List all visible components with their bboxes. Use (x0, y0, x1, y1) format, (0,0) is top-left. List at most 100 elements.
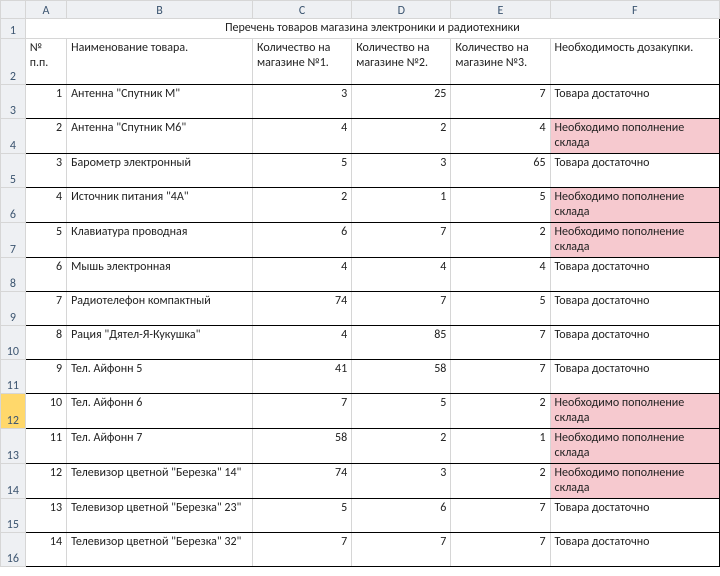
cell-q2[interactable]: 5 (352, 394, 451, 429)
cell-q1[interactable]: 58 (253, 429, 352, 464)
cell-q2[interactable]: 1 (352, 188, 451, 223)
cell-q2[interactable]: 7 (352, 292, 451, 326)
row-header-8[interactable]: 8 (1, 258, 26, 292)
cell-name[interactable]: Рация "Дятел-Я-Кукушка" (67, 326, 253, 360)
cell-q1[interactable]: 3 (253, 85, 352, 119)
cell-q2[interactable]: 7 (352, 533, 451, 567)
cell-q2[interactable]: 3 (352, 464, 451, 499)
cell-q3[interactable]: 7 (451, 326, 550, 360)
row-header-13[interactable]: 13 (1, 429, 26, 464)
cell-name[interactable]: Мышь электронная (67, 258, 253, 292)
header-cell-D[interactable]: Количество на магазине №2. (352, 39, 451, 85)
cell-q2[interactable]: 58 (352, 360, 451, 394)
cell-status[interactable]: Необходимо пополнение склада (550, 464, 719, 499)
cell-n[interactable]: 4 (25, 188, 66, 223)
cell-q3[interactable]: 2 (451, 464, 550, 499)
cell-name[interactable]: Барометр электронный (67, 154, 253, 188)
cell-n[interactable]: 7 (25, 292, 66, 326)
row-header-11[interactable]: 11 (1, 360, 26, 394)
cell-q3[interactable]: 65 (451, 154, 550, 188)
cell-q1[interactable]: 5 (253, 499, 352, 533)
row-header-10[interactable]: 10 (1, 326, 26, 360)
spreadsheet-grid[interactable]: ABCDEF1Перечень товаров магазина электро… (0, 0, 720, 567)
cell-q3[interactable]: 1 (451, 429, 550, 464)
cell-n[interactable]: 11 (25, 429, 66, 464)
row-header-7[interactable]: 7 (1, 223, 26, 258)
cell-q3[interactable]: 2 (451, 223, 550, 258)
column-header-C[interactable]: C (253, 1, 352, 19)
row-header-12[interactable]: 12 (1, 394, 26, 429)
cell-name[interactable]: Клавиатура проводная (67, 223, 253, 258)
row-header-16[interactable]: 16 (1, 533, 26, 567)
header-cell-F[interactable]: Необходимость дозакупки. (550, 39, 719, 85)
cell-q2[interactable]: 4 (352, 258, 451, 292)
cell-q1[interactable]: 41 (253, 360, 352, 394)
row-header-4[interactable]: 4 (1, 119, 26, 154)
header-cell-B[interactable]: Наименование товара. (67, 39, 253, 85)
cell-name[interactable]: Источник питания "4А" (67, 188, 253, 223)
column-header-B[interactable]: B (67, 1, 253, 19)
row-header-5[interactable]: 5 (1, 154, 26, 188)
cell-status[interactable]: Товара достаточно (550, 258, 719, 292)
cell-n[interactable]: 14 (25, 533, 66, 567)
cell-q1[interactable]: 6 (253, 223, 352, 258)
cell-status[interactable]: Товара достаточно (550, 85, 719, 119)
cell-n[interactable]: 5 (25, 223, 66, 258)
cell-q3[interactable]: 7 (451, 85, 550, 119)
cell-q3[interactable]: 7 (451, 533, 550, 567)
row-header-1[interactable]: 1 (1, 19, 26, 39)
cell-name[interactable]: Тел. Айфонн 7 (67, 429, 253, 464)
cell-name[interactable]: Тел. Айфонн 6 (67, 394, 253, 429)
cell-n[interactable]: 2 (25, 119, 66, 154)
cell-q3[interactable]: 5 (451, 292, 550, 326)
title-cell[interactable]: Перечень товаров магазина электроники и … (25, 19, 719, 39)
header-cell-E[interactable]: Количество на магазине №3. (451, 39, 550, 85)
column-header-E[interactable]: E (451, 1, 550, 19)
cell-name[interactable]: Радиотелефон компактный (67, 292, 253, 326)
cell-status[interactable]: Необходимо пополнение склада (550, 429, 719, 464)
header-cell-A[interactable]: № п.п. (25, 39, 66, 85)
cell-q2[interactable]: 2 (352, 429, 451, 464)
cell-name[interactable]: Телевизор цветной "Березка" 14" (67, 464, 253, 499)
cell-n[interactable]: 13 (25, 499, 66, 533)
cell-status[interactable]: Товара достаточно (550, 326, 719, 360)
cell-q2[interactable]: 7 (352, 223, 451, 258)
cell-name[interactable]: Телевизор цветной "Березка" 23" (67, 499, 253, 533)
cell-status[interactable]: Товара достаточно (550, 533, 719, 567)
cell-q1[interactable]: 4 (253, 119, 352, 154)
row-header-6[interactable]: 6 (1, 188, 26, 223)
cell-q1[interactable]: 74 (253, 464, 352, 499)
cell-q1[interactable]: 2 (253, 188, 352, 223)
cell-q2[interactable]: 2 (352, 119, 451, 154)
cell-status[interactable]: Необходимо пополнение склада (550, 188, 719, 223)
cell-n[interactable]: 3 (25, 154, 66, 188)
cell-status[interactable]: Товара достаточно (550, 292, 719, 326)
cell-name[interactable]: Антенна "Спутник М6" (67, 119, 253, 154)
cell-q2[interactable]: 25 (352, 85, 451, 119)
cell-status[interactable]: Товара достаточно (550, 360, 719, 394)
cell-n[interactable]: 12 (25, 464, 66, 499)
cell-q1[interactable]: 5 (253, 154, 352, 188)
cell-q3[interactable]: 7 (451, 360, 550, 394)
cell-status[interactable]: Товара достаточно (550, 154, 719, 188)
row-header-3[interactable]: 3 (1, 85, 26, 119)
column-header-F[interactable]: F (550, 1, 719, 19)
cell-q1[interactable]: 7 (253, 533, 352, 567)
row-header-14[interactable]: 14 (1, 464, 26, 499)
cell-n[interactable]: 6 (25, 258, 66, 292)
cell-q3[interactable]: 4 (451, 119, 550, 154)
cell-n[interactable]: 8 (25, 326, 66, 360)
row-header-9[interactable]: 9 (1, 292, 26, 326)
column-header-D[interactable]: D (352, 1, 451, 19)
cell-q3[interactable]: 4 (451, 258, 550, 292)
cell-n[interactable]: 10 (25, 394, 66, 429)
cell-q1[interactable]: 4 (253, 258, 352, 292)
cell-status[interactable]: Необходимо пополнение склада (550, 223, 719, 258)
column-header-A[interactable]: A (25, 1, 66, 19)
cell-name[interactable]: Тел. Айфонн 5 (67, 360, 253, 394)
cell-q3[interactable]: 2 (451, 394, 550, 429)
cell-q3[interactable]: 7 (451, 499, 550, 533)
cell-status[interactable]: Товара достаточно (550, 499, 719, 533)
cell-q1[interactable]: 7 (253, 394, 352, 429)
row-header-15[interactable]: 15 (1, 499, 26, 533)
